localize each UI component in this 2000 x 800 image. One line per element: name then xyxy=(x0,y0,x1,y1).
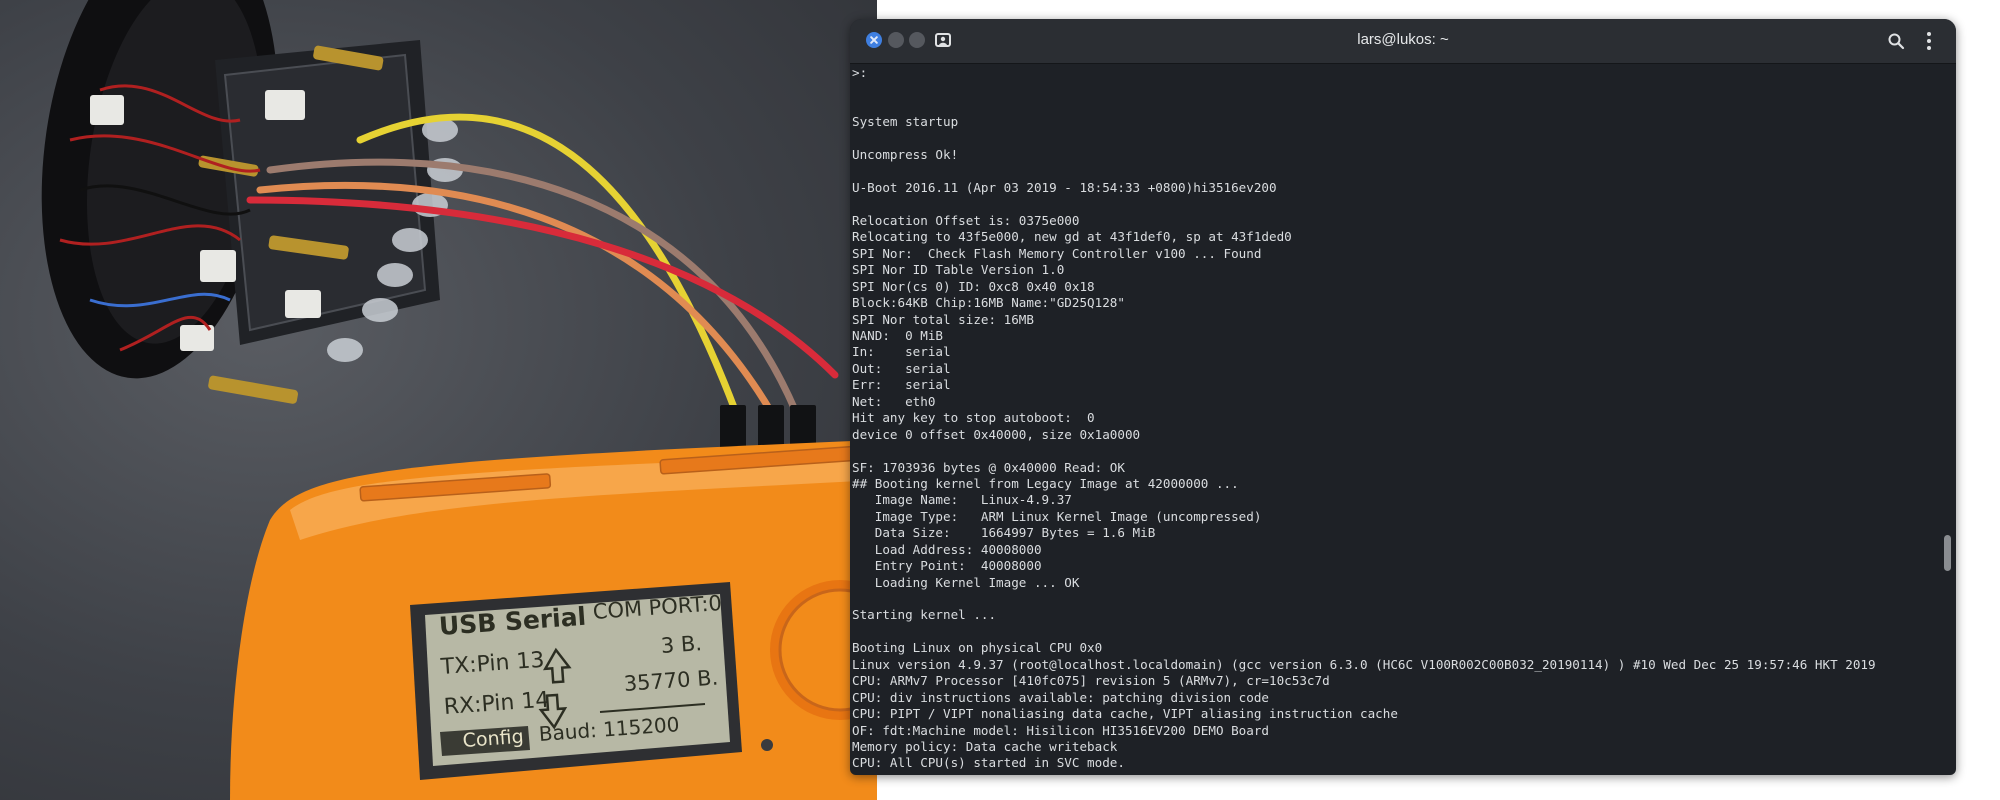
terminal-line: In: serial xyxy=(852,344,951,360)
terminal-line: device 0 offset 0x40000, size 0x1a0000 xyxy=(852,426,1141,442)
terminal-line: Data Size: 1664997 Bytes = 1.6 MiB xyxy=(852,525,1156,541)
scrollbar[interactable] xyxy=(1944,69,1952,769)
kebab-menu-icon[interactable] xyxy=(1925,31,1933,51)
scrollbar-thumb[interactable] xyxy=(1944,535,1951,571)
terminal-line: Out: serial xyxy=(852,360,951,376)
terminal-line: SPI Nor: Check Flash Memory Controller v… xyxy=(852,245,1262,261)
terminal-line: Image Type: ARM Linux Kernel Image (unco… xyxy=(852,508,1262,524)
terminal-line: Memory policy: Data cache writeback xyxy=(852,738,1118,754)
device-tx-bytes: 3 B. xyxy=(660,631,703,658)
terminal-line: Entry Point: 40008000 xyxy=(852,558,1042,574)
device-config-label: Config xyxy=(462,725,525,752)
terminal-line: Hit any key to stop autoboot: 0 xyxy=(852,410,1095,426)
terminal-line: CPU: PIPT / VIPT nonaliasing data cache,… xyxy=(852,706,1398,722)
terminal-line: CPU: div instructions available: patchin… xyxy=(852,689,1270,705)
hardware-photo: USB Serial COM PORT:0 TX:Pin 13 3 B. RX:… xyxy=(0,0,877,800)
window-title: lars@lukos: ~ xyxy=(1357,31,1449,48)
terminal-line: Uncompress Ok! xyxy=(852,147,959,163)
terminal-line: Loading Kernel Image ... OK xyxy=(852,574,1080,590)
terminal-line: Net: eth0 xyxy=(852,393,936,409)
terminal-line: Relocating to 43f5e000, new gd at 43f1de… xyxy=(852,229,1292,245)
terminal-line: SPI Nor ID Table Version 1.0 xyxy=(852,262,1065,278)
terminal-line: SPI Nor(cs 0) ID: 0xc8 0x40 0x18 xyxy=(852,278,1095,294)
photo-illustration xyxy=(41,0,877,800)
terminal-line: Image Name: Linux-4.9.37 xyxy=(852,492,1072,508)
terminal-line: >: xyxy=(852,65,868,80)
terminal-line: ## Booting kernel from Legacy Image at 4… xyxy=(852,475,1239,491)
terminal-window: lars@lukos: ~ >: System startup Uncompress… xyxy=(850,19,1956,775)
terminal-line: Linux version 4.9.37 (root@localhost.loc… xyxy=(852,656,1876,672)
terminal-line: CPU: All CPU(s) started in SVC mode. xyxy=(852,755,1125,771)
terminal-line: OF: fdt:Machine model: Hisilicon HI3516E… xyxy=(852,722,1270,738)
terminal-line: Load Address: 40008000 xyxy=(852,541,1042,557)
terminal-line: CPU: ARMv7 Processor [410fc075] revision… xyxy=(852,673,1330,689)
terminal-output[interactable]: >: System startup Uncompress Ok! U-Boot 201… xyxy=(852,65,1932,773)
terminal-line: SPI Nor total size: 16MB xyxy=(852,311,1034,327)
title-bar[interactable]: lars@lukos: ~ xyxy=(850,19,1956,64)
terminal-line: U-Boot 2016.11 (Apr 03 2019 - 18:54:33 +… xyxy=(852,180,1277,196)
terminal-line: NAND: 0 MiB xyxy=(852,328,943,343)
search-icon[interactable] xyxy=(1887,32,1905,50)
terminal-line: SF: 1703936 bytes @ 0x40000 Read: OK xyxy=(852,459,1125,475)
terminal-line: Starting kernel ... xyxy=(852,607,997,623)
terminal-line: Relocation Offset is: 0375e000 xyxy=(852,212,1080,228)
terminal-line: System startup xyxy=(852,114,959,130)
terminal-line: Err: serial xyxy=(852,377,951,393)
terminal-line: Block:64KB Chip:16MB Name:"GD25Q128" xyxy=(852,295,1125,311)
terminal-line: Booting Linux on physical CPU 0x0 xyxy=(852,640,1103,656)
